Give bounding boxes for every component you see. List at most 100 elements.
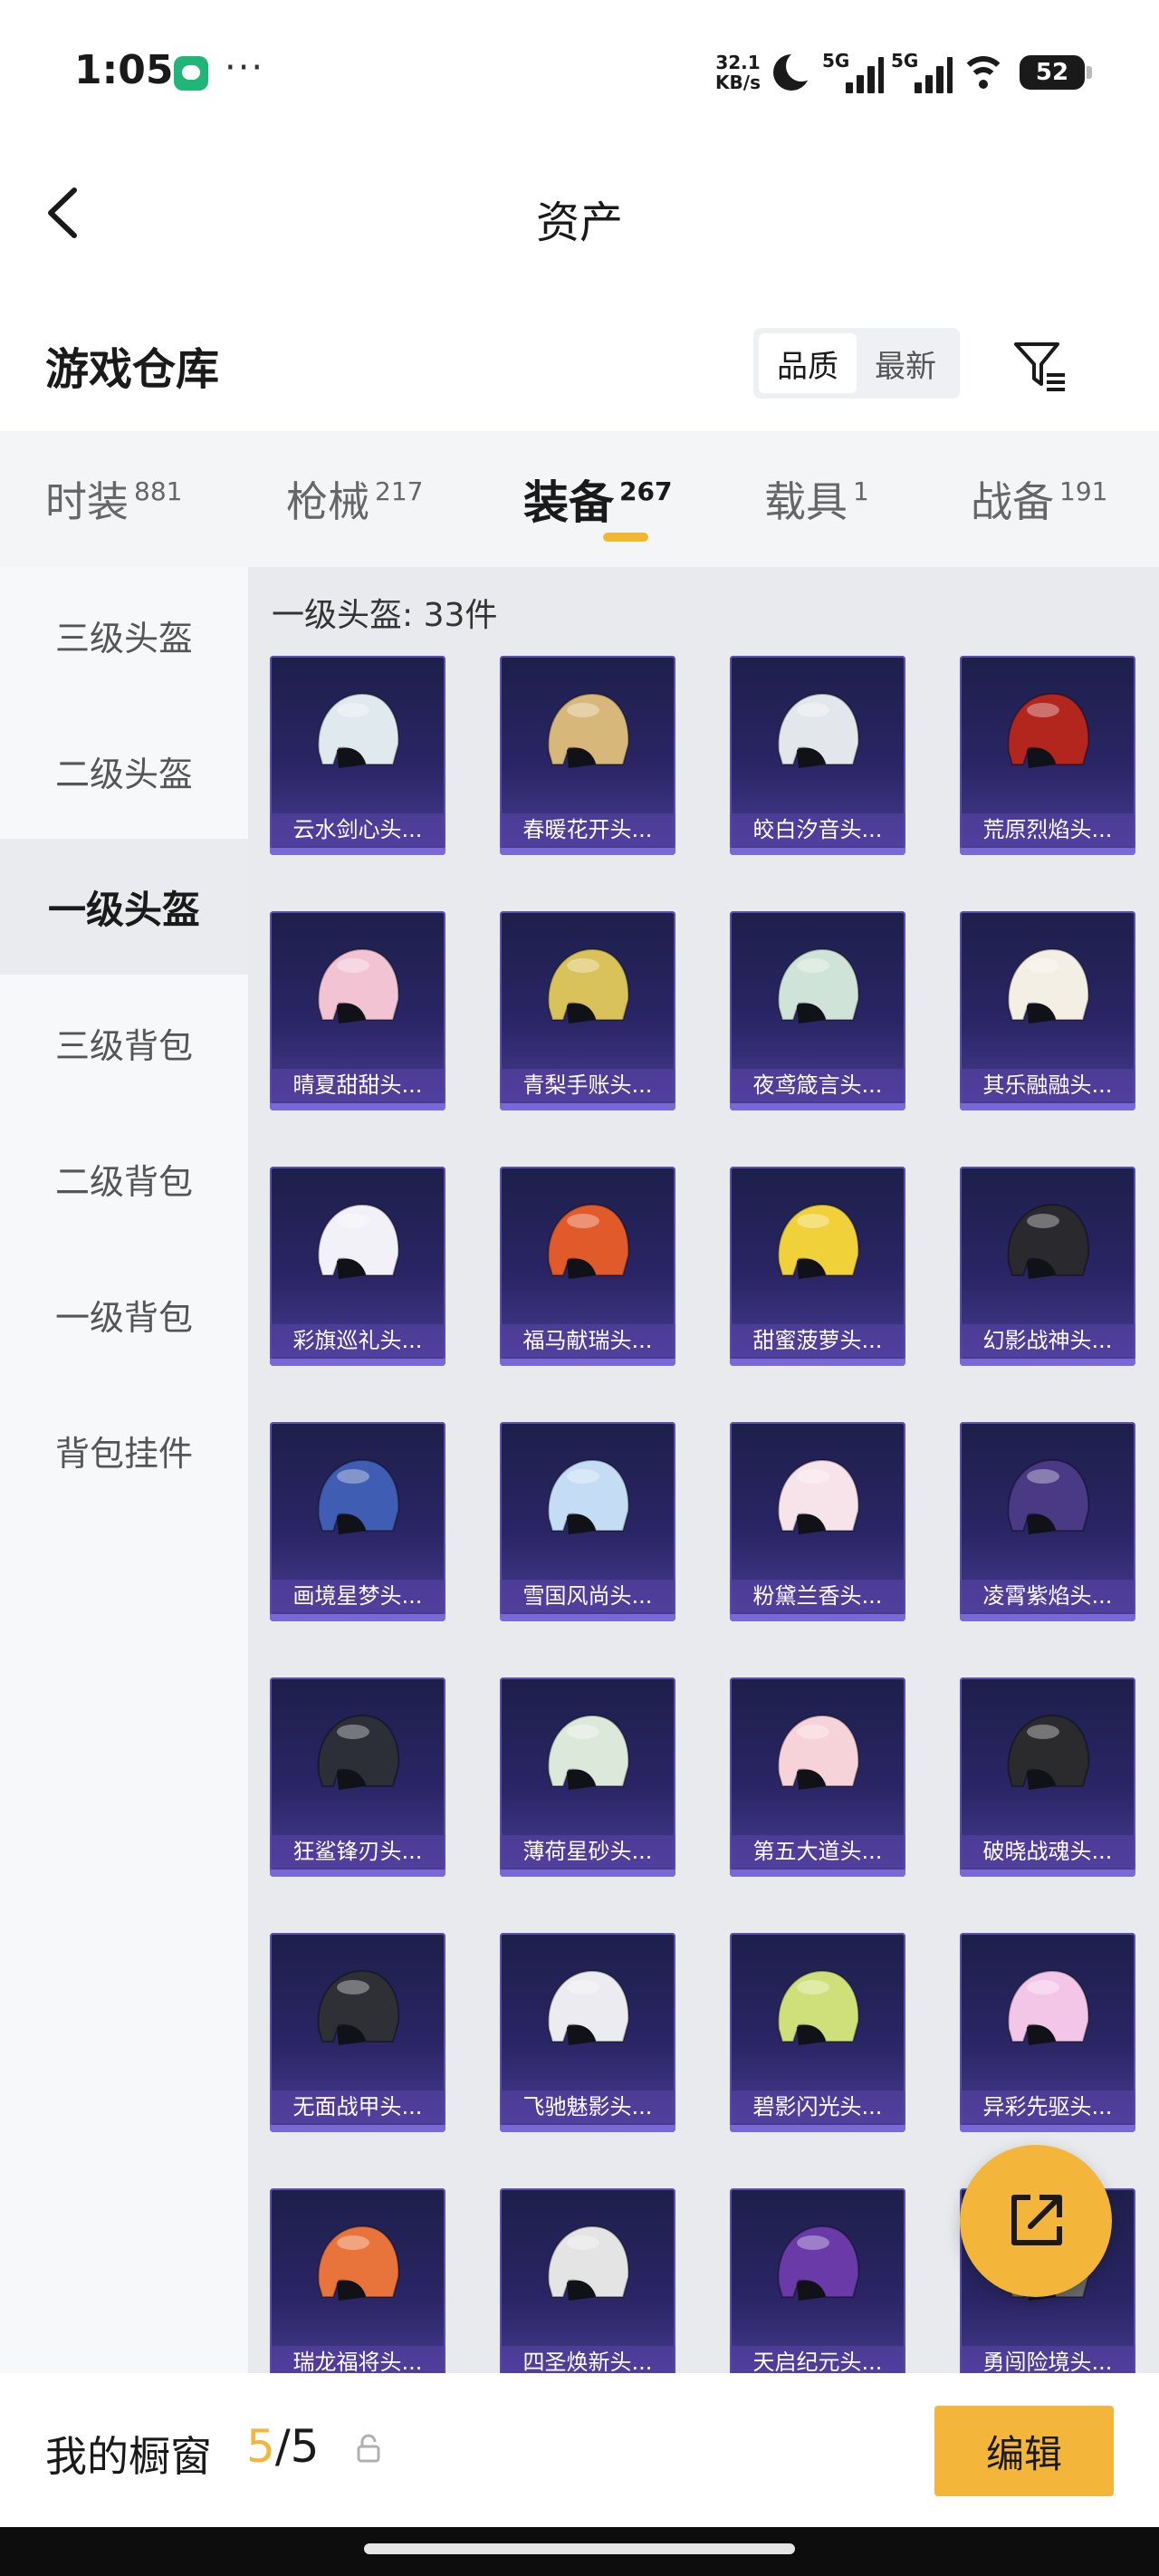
helmet-card[interactable]: 夜鸢箴言头... [730, 911, 905, 1110]
helmet-card[interactable]: 飞驰魅影头... [500, 1933, 675, 2132]
helmet-card[interactable]: 晴夏甜甜头... [270, 911, 445, 1110]
tab-fashion[interactable]: 时装 881 [45, 431, 286, 567]
helmet-card-name: 福马献瑞头... [500, 1324, 675, 1357]
status-time: 1:05 [74, 47, 174, 93]
helmet-card[interactable]: 第五大道头... [730, 1677, 905, 1877]
rarity-bar [960, 1359, 1135, 1366]
status-indicators: 32.1 KB/s 5G 5G 52 [715, 47, 1092, 98]
helmet-icon [317, 692, 400, 768]
helmet-icon [777, 1458, 860, 1534]
system-nav-area [0, 2527, 1159, 2576]
share-button[interactable] [960, 2145, 1112, 2297]
home-indicator[interactable] [364, 2543, 795, 2554]
sidebar-item-level1-backpack[interactable]: 一级背包 [0, 1246, 248, 1382]
rarity-bar [960, 1870, 1135, 1877]
sidebar-item-level1-helmet[interactable]: 一级头盔 [0, 839, 248, 975]
helmet-card-name: 幻影战神头... [960, 1324, 1135, 1357]
helmet-card[interactable]: 其乐融融头... [960, 911, 1135, 1110]
helmet-card[interactable]: 画境星梦头... [270, 1422, 445, 1621]
item-content: 一级头盔: 33件 云水剑心头... 春暖花开头... 皎白汐音头... 荒原烈焰头.… [248, 567, 1159, 2388]
tab-weapons[interactable]: 枪械 217 [286, 431, 523, 567]
helmet-card[interactable]: 狂鲨锋刃头... [270, 1677, 445, 1877]
helmet-icon [1007, 947, 1090, 1024]
helmet-card[interactable]: 凌霄紫焰头... [960, 1422, 1135, 1621]
rarity-bar [500, 1359, 675, 1366]
helmet-icon [547, 692, 630, 768]
helmet-card-name: 夜鸢箴言头... [730, 1069, 905, 1101]
helmet-icon [547, 1203, 630, 1279]
helmet-card-name: 春暖花开头... [500, 813, 675, 846]
helmet-card[interactable]: 云水剑心头... [270, 656, 445, 855]
sidebar-item-backpack-charm[interactable]: 背包挂件 [0, 1382, 248, 1518]
rarity-bar [270, 848, 445, 855]
helmet-icon [777, 1714, 860, 1790]
helmet-card[interactable]: 皎白汐音头... [730, 656, 905, 855]
helmet-card[interactable]: 青梨手账头... [500, 911, 675, 1110]
sidebar-item-level3-backpack[interactable]: 三级背包 [0, 975, 248, 1110]
helmet-card-name: 彩旗巡礼头... [270, 1324, 445, 1357]
rarity-bar [500, 848, 675, 855]
helmet-card[interactable]: 碧影闪光头... [730, 1933, 905, 2132]
do-not-disturb-icon [773, 51, 817, 91]
helmet-card[interactable]: 瑞龙福将头... [270, 2188, 445, 2388]
helmet-card-name: 飞驰魅影头... [500, 2091, 675, 2123]
rarity-bar [270, 2125, 445, 2132]
helmet-card[interactable]: 雪国风尚头... [500, 1422, 675, 1621]
helmet-card[interactable]: 异彩先驱头... [960, 1933, 1135, 2132]
signal-icon: 5G [822, 50, 884, 93]
tab-count: 1 [853, 476, 869, 506]
showcase-used: 5 [246, 2420, 275, 2473]
helmet-card[interactable]: 天启纪元头... [730, 2188, 905, 2388]
rarity-bar [730, 2125, 905, 2132]
helmet-card[interactable]: 福马献瑞头... [500, 1167, 675, 1366]
helmet-card[interactable]: 四圣焕新头... [500, 2188, 675, 2388]
helmet-icon [1007, 692, 1090, 768]
rarity-bar [270, 1614, 445, 1621]
helmet-icon [547, 947, 630, 1024]
tab-supplies[interactable]: 战备 191 [971, 431, 1152, 567]
sort-newest-button[interactable]: 最新 [857, 333, 954, 393]
helmet-card-name: 雪国风尚头... [500, 1580, 675, 1612]
tab-vehicles[interactable]: 载具 1 [764, 431, 971, 567]
tab-label: 枪械 [286, 477, 369, 526]
tab-count: 217 [375, 476, 424, 506]
category-tabs: 时装 881 枪械 217 装备 267 载具 1 战备 191 [0, 431, 1159, 567]
helmet-card-name: 薄荷星砂头... [500, 1835, 675, 1868]
status-bar: 1:05 ··· 32.1 KB/s 5G 5G 52 [0, 0, 1159, 145]
rarity-bar [960, 848, 1135, 855]
sort-quality-button[interactable]: 品质 [759, 333, 857, 393]
helmet-card[interactable]: 春暖花开头... [500, 656, 675, 855]
helmet-card-name: 破晓战魂头... [960, 1835, 1135, 1868]
warehouse-title: 游戏仓库 [45, 344, 220, 395]
helmet-card[interactable]: 甜蜜菠萝头... [730, 1167, 905, 1366]
edit-button[interactable]: 编辑 [934, 2406, 1114, 2496]
helmet-icon [1007, 1714, 1090, 1790]
helmet-card-name: 狂鲨锋刃头... [270, 1835, 445, 1868]
helmet-icon [1007, 1969, 1090, 2045]
sidebar-item-level3-helmet[interactable]: 三级头盔 [0, 567, 248, 703]
helmet-card[interactable]: 粉黛兰香头... [730, 1422, 905, 1621]
helmet-icon [547, 1969, 630, 2045]
helmet-card[interactable]: 彩旗巡礼头... [270, 1167, 445, 1366]
helmet-card[interactable]: 薄荷星砂头... [500, 1677, 675, 1877]
filter-button[interactable] [1011, 335, 1070, 395]
showcase-label: 我的橱窗 [45, 2432, 212, 2481]
helmet-icon [777, 1969, 860, 2045]
helmet-icon [317, 1203, 400, 1279]
helmet-card-name: 云水剑心头... [270, 813, 445, 846]
sidebar-item-level2-backpack[interactable]: 二级背包 [0, 1110, 248, 1246]
sidebar-item-level2-helmet[interactable]: 二级头盔 [0, 703, 248, 839]
helmet-card[interactable]: 荒原烈焰头... [960, 656, 1135, 855]
helmet-card[interactable]: 无面战甲头... [270, 1933, 445, 2132]
wifi-icon [960, 54, 1007, 91]
network-speed: 32.1 KB/s [715, 53, 761, 92]
sort-toggle: 品质 最新 [753, 328, 960, 399]
section-label: 一级头盔: 33件 [272, 597, 498, 634]
filter-icon [1014, 342, 1065, 391]
helmet-card[interactable]: 破晓战魂头... [960, 1677, 1135, 1877]
tab-equipment[interactable]: 装备 267 [523, 431, 764, 567]
helmet-card[interactable]: 幻影战神头... [960, 1167, 1135, 1366]
helmet-card-name: 碧影闪光头... [730, 2091, 905, 2123]
share-icon [1011, 2195, 1062, 2245]
helmet-card-name: 其乐融融头... [960, 1069, 1135, 1101]
